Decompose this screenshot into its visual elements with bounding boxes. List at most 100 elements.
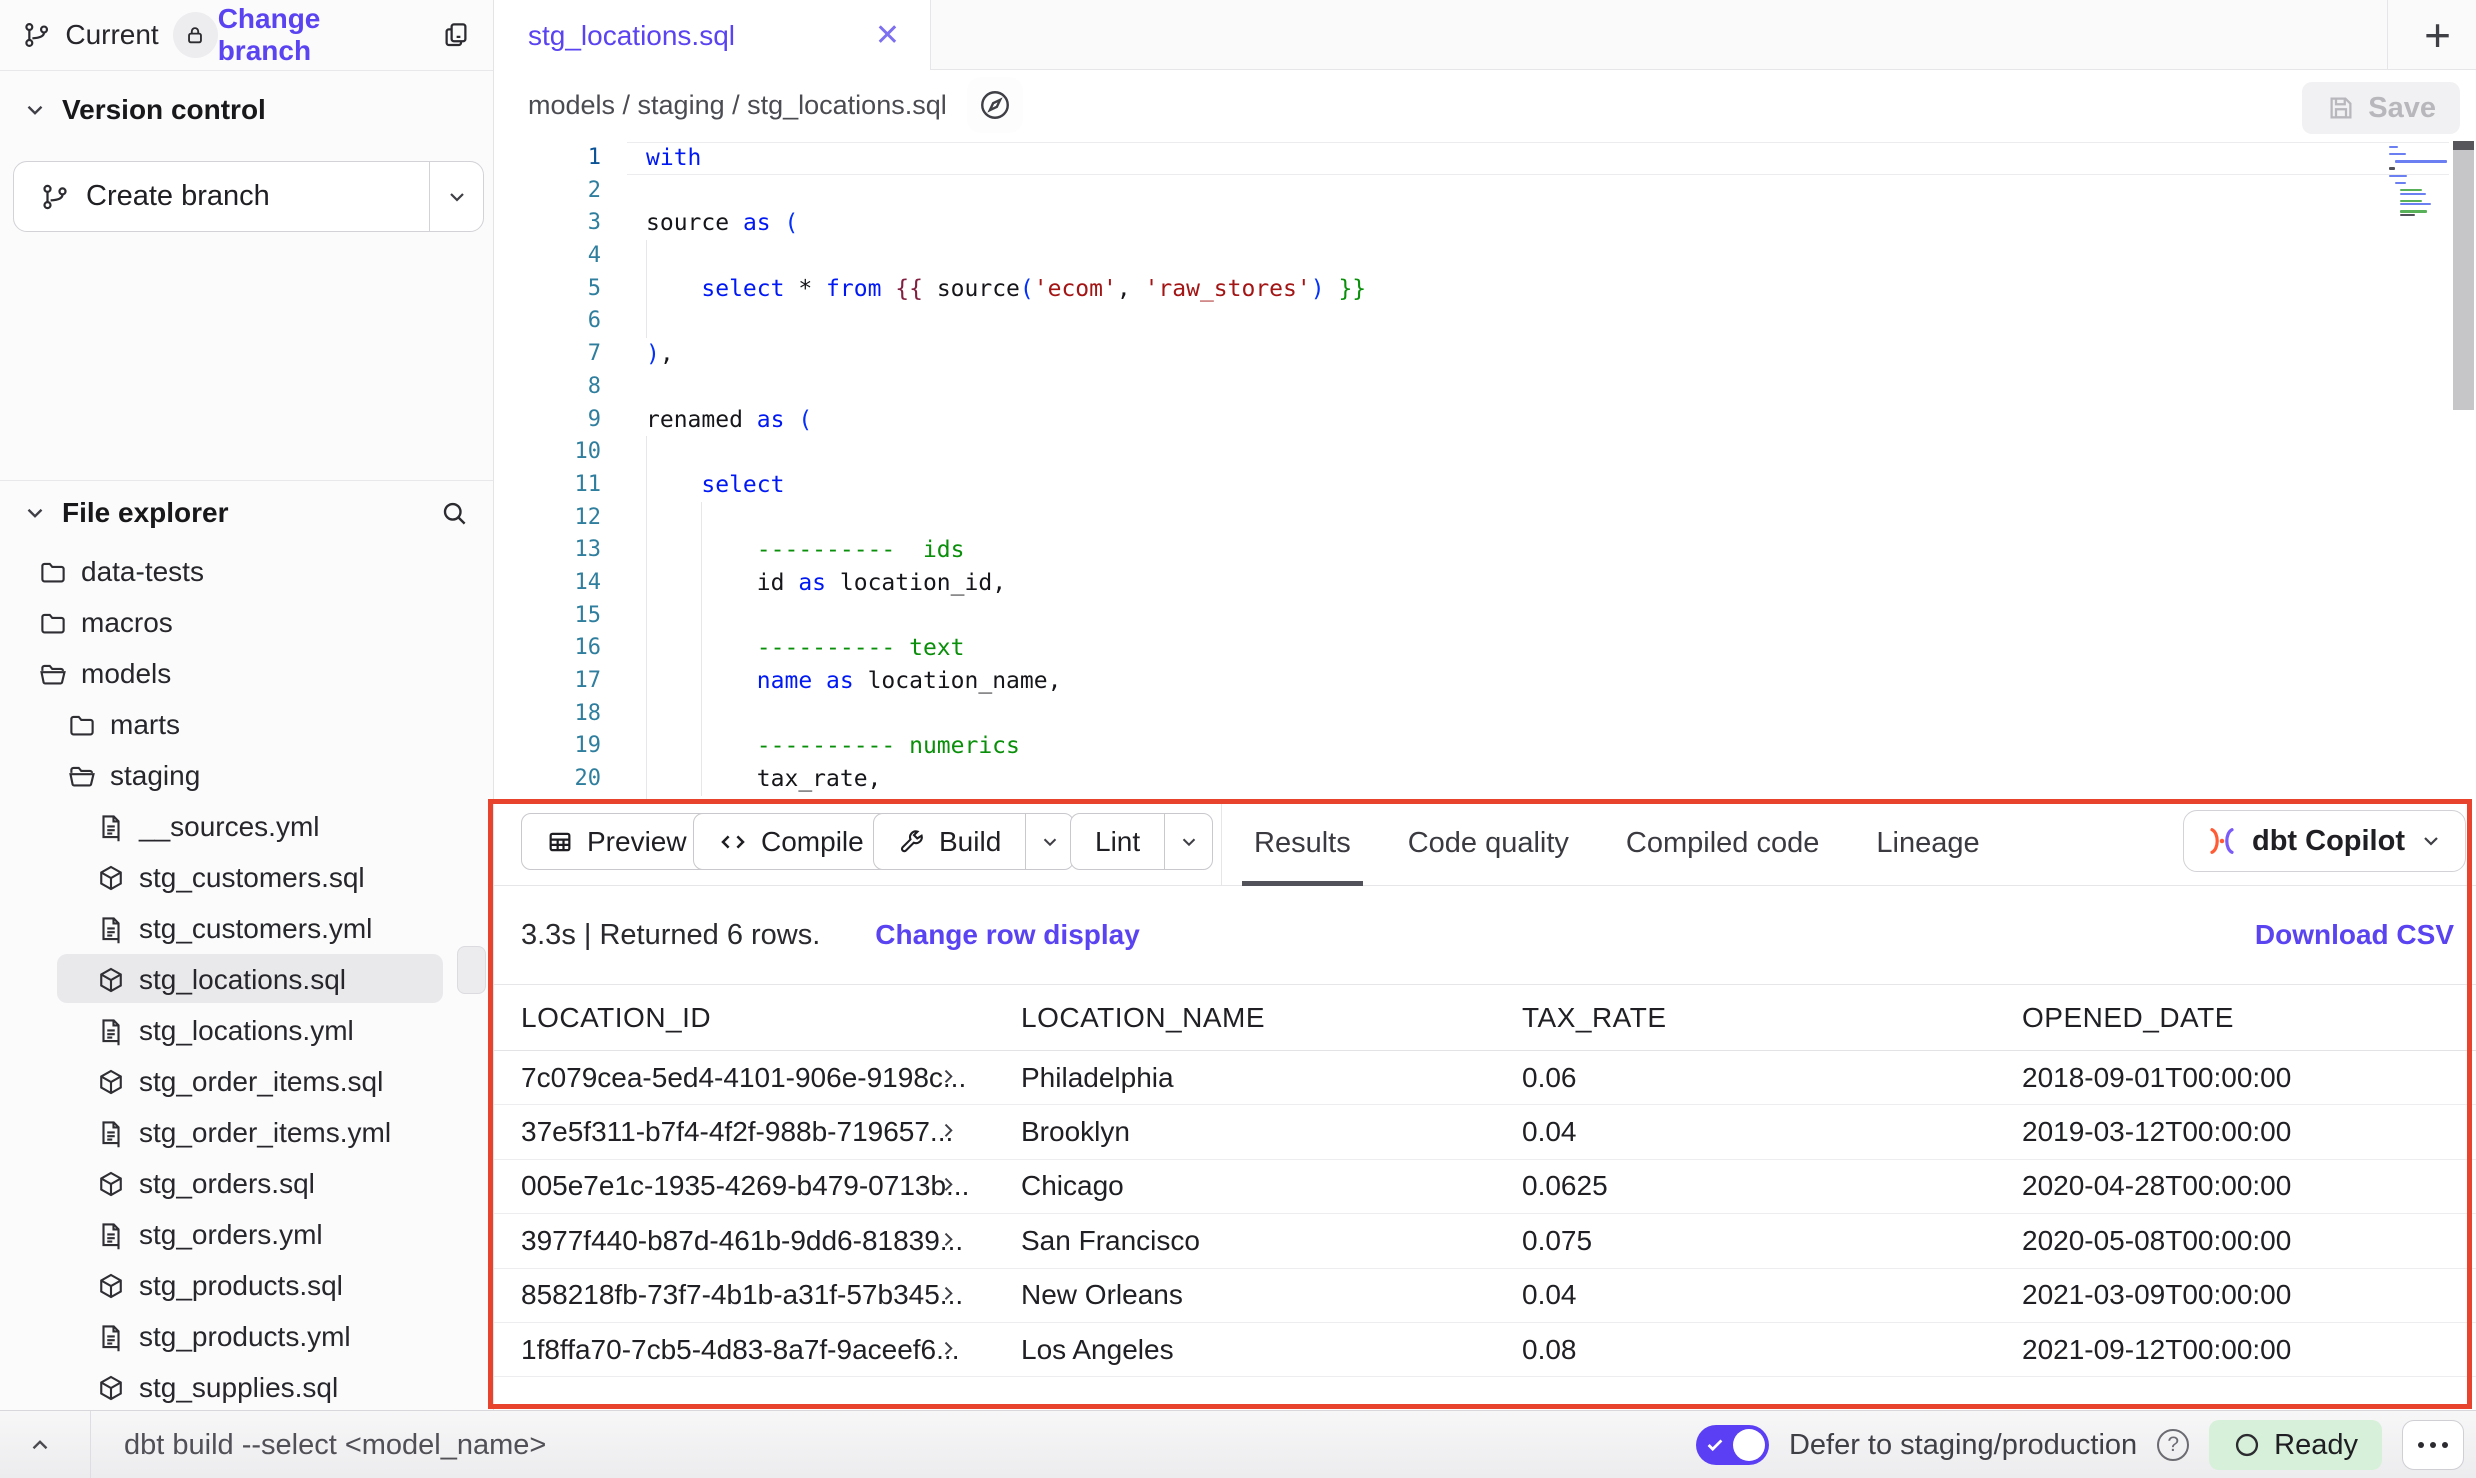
file-tree-item-marts[interactable]: marts	[0, 699, 493, 750]
more-options-button[interactable]	[2402, 1420, 2464, 1470]
file-tree-item-stg-orders-sql[interactable]: stg_orders.sql	[0, 1158, 493, 1209]
file-tree-item--sources-yml[interactable]: __sources.yml	[0, 801, 493, 852]
expand-row-icon[interactable]	[938, 1284, 958, 1304]
version-control-header[interactable]: Version control	[0, 85, 493, 135]
file-tree-item-macros[interactable]: macros	[0, 597, 493, 648]
results-table-header: LOCATION_IDLOCATION_NAMETAX_RATEOPENED_D…	[494, 985, 2476, 1051]
file-tree-item-stg-customers-sql[interactable]: stg_customers.sql	[0, 852, 493, 903]
copy-icon[interactable]	[441, 20, 471, 50]
line-number: 17	[494, 665, 613, 698]
file-name: stg_orders.sql	[139, 1168, 315, 1200]
file-tree-item-stg-products-yml[interactable]: stg_products.yml	[0, 1311, 493, 1362]
cell-location-name: San Francisco	[1021, 1225, 1522, 1257]
ready-status-button[interactable]: Ready	[2209, 1420, 2382, 1470]
preview-button[interactable]: Preview	[521, 813, 712, 870]
file-tree-item-stg-orders-yml[interactable]: stg_orders.yml	[0, 1209, 493, 1260]
file-tree-item-stg-locations-sql[interactable]: stg_locations.sql	[0, 954, 493, 1005]
new-tab-button[interactable]: +	[2399, 0, 2476, 70]
lineage-compass-button[interactable]	[967, 77, 1023, 133]
scrollbar-track[interactable]	[2453, 143, 2474, 410]
cell-location-id: 005e7e1c-1935-4269-b479-0713b...	[494, 1170, 1021, 1202]
panel-tab-code-quality[interactable]: Code quality	[1408, 800, 1569, 886]
file-tree-item-data-tests[interactable]: data-tests	[0, 546, 493, 597]
code-line	[646, 600, 1366, 633]
code-line: select	[646, 469, 1366, 502]
line-number: 3	[494, 207, 613, 240]
expand-row-icon[interactable]	[938, 1175, 958, 1195]
file-tree-item-staging[interactable]: staging	[0, 750, 493, 801]
save-icon	[2326, 93, 2356, 123]
query-stats: 3.3s | Returned 6 rows.	[521, 919, 820, 952]
build-dropdown[interactable]	[1025, 814, 1073, 869]
minimap[interactable]	[2389, 146, 2447, 218]
code-editor[interactable]: 1234567891011121314151617181920 withsour…	[494, 140, 2476, 800]
code-line: ---------- numerics	[646, 730, 1366, 763]
lint-button[interactable]: Lint	[1070, 813, 1213, 870]
code-line	[646, 305, 1366, 338]
dbt-copilot-label: dbt Copilot	[2252, 825, 2405, 858]
table-row: 7c079cea-5ed4-4101-906e-9198c...Philadel…	[494, 1051, 2476, 1105]
search-icon[interactable]	[439, 498, 469, 528]
create-branch-dropdown[interactable]	[429, 162, 483, 231]
create-branch-button[interactable]: Create branch	[13, 161, 484, 232]
check-icon	[1704, 1434, 1726, 1456]
table-icon	[546, 828, 574, 856]
code-line: name as location_name,	[646, 665, 1366, 698]
expand-row-icon[interactable]	[938, 1120, 958, 1140]
file-explorer-header[interactable]: File explorer	[0, 480, 493, 530]
defer-toggle[interactable]	[1696, 1425, 1769, 1465]
file-name: staging	[110, 760, 200, 792]
dbt-copilot-button[interactable]: dbt Copilot	[2183, 810, 2466, 872]
cell-opened-date: 2020-05-08T00:00:00	[2022, 1225, 2476, 1257]
expand-row-icon[interactable]	[938, 1229, 958, 1249]
change-branch-link[interactable]: Change branch	[218, 3, 417, 67]
build-button[interactable]: Build	[873, 813, 1074, 870]
cell-tax-rate: 0.04	[1522, 1279, 2022, 1311]
file-name: __sources.yml	[139, 811, 320, 843]
tab-stg-locations-sql[interactable]: stg_locations.sql ✕	[494, 0, 931, 71]
scrollbar-thumb[interactable]	[2453, 141, 2474, 150]
file-tree-item-stg-order-items-sql[interactable]: stg_order_items.sql	[0, 1056, 493, 1107]
file-name: stg_orders.yml	[139, 1219, 323, 1251]
file-name: stg_products.sql	[139, 1270, 343, 1302]
help-icon[interactable]: ?	[2157, 1429, 2189, 1461]
lint-dropdown[interactable]	[1164, 814, 1212, 869]
chevron-down-icon	[1178, 831, 1200, 853]
expand-row-icon[interactable]	[938, 1066, 958, 1086]
file-tree-item-stg-supplies-sql[interactable]: stg_supplies.sql	[0, 1362, 493, 1410]
code-line: tax_rate,	[646, 763, 1366, 796]
save-button[interactable]: Save	[2302, 82, 2460, 134]
collapse-command-bar-button[interactable]	[18, 1425, 62, 1465]
wrench-icon	[898, 828, 926, 856]
line-number: 16	[494, 632, 613, 665]
table-row: 1f8ffa70-7cb5-4d83-8a7f-9aceef6...Los An…	[494, 1323, 2476, 1377]
panel-tab-lineage[interactable]: Lineage	[1876, 800, 1979, 886]
status-circle-icon	[2233, 1431, 2261, 1459]
sidebar-resize-handle[interactable]	[457, 946, 486, 994]
cell-tax-rate: 0.06	[1522, 1062, 2022, 1094]
download-csv-link[interactable]: Download CSV	[2255, 919, 2454, 951]
file-tree-item-stg-products-sql[interactable]: stg_products.sql	[0, 1260, 493, 1311]
table-row: 005e7e1c-1935-4269-b479-0713b...Chicago0…	[494, 1160, 2476, 1214]
file-name: stg_order_items.yml	[139, 1117, 391, 1149]
file-tree-item-stg-locations-yml[interactable]: stg_locations.yml	[0, 1005, 493, 1056]
panel-tab-compiled-code[interactable]: Compiled code	[1626, 800, 1819, 886]
line-number: 12	[494, 502, 613, 535]
panel-header-divider	[1221, 800, 1222, 886]
file-tree-item-models[interactable]: models	[0, 648, 493, 699]
table-row: 3977f440-b87d-461b-9dd6-81839...San Fran…	[494, 1214, 2476, 1268]
close-icon[interactable]: ✕	[875, 21, 900, 51]
file-tree-item-stg-order-items-yml[interactable]: stg_order_items.yml	[0, 1107, 493, 1158]
code-line: ---------- ids	[646, 534, 1366, 567]
folder-icon	[38, 557, 68, 587]
file-tree-item-stg-customers-yml[interactable]: stg_customers.yml	[0, 903, 493, 954]
change-row-display-link[interactable]: Change row display	[875, 919, 1140, 951]
save-label: Save	[2368, 92, 2436, 125]
expand-row-icon[interactable]	[938, 1338, 958, 1358]
file-explorer-title: File explorer	[62, 497, 229, 529]
compile-button[interactable]: Compile	[693, 813, 889, 870]
cell-tax-rate: 0.04	[1522, 1116, 2022, 1148]
command-input[interactable]: dbt build --select <model_name>	[124, 1411, 546, 1478]
panel-tab-results[interactable]: Results	[1254, 800, 1351, 886]
cell-tax-rate: 0.08	[1522, 1334, 2022, 1366]
